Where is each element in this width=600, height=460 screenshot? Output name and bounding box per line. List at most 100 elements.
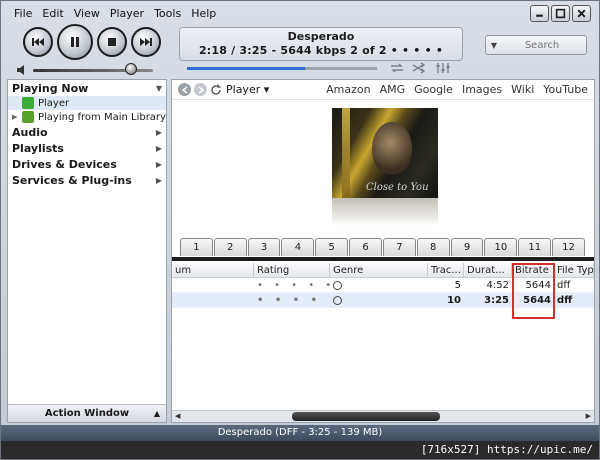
now-playing-display: Desperado 2:18 / 3:25 - 5644 kbps 2 of 2… bbox=[179, 27, 463, 61]
menu-tools[interactable]: Tools bbox=[149, 7, 186, 20]
duration-cell: 4:52 bbox=[486, 280, 509, 291]
link-amg[interactable]: AMG bbox=[380, 83, 406, 96]
tab-8[interactable]: 8 bbox=[416, 238, 450, 256]
search-input[interactable] bbox=[502, 39, 582, 51]
filetype-cell: dff bbox=[557, 280, 571, 291]
maximize-button[interactable] bbox=[551, 5, 570, 22]
tab-10[interactable]: 10 bbox=[484, 238, 518, 256]
column-header-genre[interactable]: Genre bbox=[330, 263, 428, 277]
repeat-icon[interactable] bbox=[389, 61, 405, 75]
minimize-button[interactable] bbox=[530, 5, 549, 22]
scrollbar-thumb[interactable] bbox=[292, 412, 440, 421]
tab-9[interactable]: 9 bbox=[450, 238, 484, 256]
library-icon bbox=[22, 111, 34, 123]
table-row-selected[interactable]: • • • • • 10 3:25 5644 dff bbox=[172, 293, 594, 308]
volume-knob[interactable] bbox=[125, 63, 138, 75]
forward-button[interactable] bbox=[194, 83, 207, 96]
next-button[interactable] bbox=[131, 27, 161, 57]
menu-help[interactable]: Help bbox=[186, 7, 221, 20]
link-google[interactable]: Google bbox=[414, 83, 453, 96]
tab-7[interactable]: 7 bbox=[382, 238, 416, 256]
sidebar-item-player[interactable]: Player bbox=[8, 96, 166, 110]
link-images[interactable]: Images bbox=[462, 83, 502, 96]
sidebar-item-playing-from-main-library[interactable]: ▶ Playing from Main Library bbox=[8, 110, 166, 124]
expand-icon[interactable]: ▶ bbox=[12, 113, 22, 121]
action-window-label: Action Window bbox=[44, 408, 130, 419]
menu-bar: File Edit View Player Tools Help bbox=[1, 1, 599, 25]
refresh-icon[interactable] bbox=[210, 84, 222, 96]
pause-button[interactable] bbox=[57, 24, 93, 60]
link-wiki[interactable]: Wiki bbox=[511, 83, 534, 96]
chevron-right-icon: ▶ bbox=[155, 127, 162, 137]
volume-slider[interactable] bbox=[33, 63, 153, 75]
previous-button[interactable] bbox=[23, 27, 53, 57]
scroll-right-icon[interactable]: ▶ bbox=[586, 412, 591, 420]
tab-3[interactable]: 3 bbox=[247, 238, 281, 256]
previous-icon bbox=[32, 38, 44, 46]
album-cover-text: Close to You bbox=[366, 182, 429, 193]
genre-cell[interactable] bbox=[330, 293, 428, 307]
search-box[interactable]: ▼ bbox=[485, 35, 587, 55]
sidebar-item-playing-now[interactable]: Playing Now ▼ bbox=[8, 80, 166, 96]
link-amazon[interactable]: Amazon bbox=[326, 83, 370, 96]
pause-icon bbox=[71, 37, 79, 47]
sidebar-item-audio[interactable]: Audio ▶ bbox=[8, 124, 166, 140]
seek-bar[interactable] bbox=[187, 65, 377, 73]
menu-player[interactable]: Player bbox=[105, 7, 149, 20]
sidebar-item-drives-devices[interactable]: Drives & Devices ▶ bbox=[8, 156, 166, 172]
horizontal-scrollbar[interactable]: ◀ ▶ bbox=[172, 410, 594, 422]
album-artwork[interactable]: Close to You bbox=[332, 108, 438, 226]
column-header-album[interactable]: um bbox=[172, 263, 254, 277]
track-list: um Rating Genre Trac... Durat... Bitrate… bbox=[172, 263, 594, 308]
panel-divider[interactable] bbox=[172, 257, 594, 261]
tab-1[interactable]: 1 bbox=[180, 238, 213, 256]
rating-cell[interactable]: • • • • • bbox=[254, 293, 330, 307]
album-reflection bbox=[332, 198, 438, 226]
tab-4[interactable]: 4 bbox=[281, 238, 315, 256]
tab-6[interactable]: 6 bbox=[349, 238, 382, 256]
tab-11[interactable]: 11 bbox=[518, 238, 552, 256]
table-header: um Rating Genre Trac... Durat... Bitrate… bbox=[172, 263, 594, 278]
tab-2[interactable]: 2 bbox=[213, 238, 247, 256]
chevron-down-icon: ▼ bbox=[155, 83, 162, 93]
menu-file[interactable]: File bbox=[9, 7, 37, 20]
player-view-label: Player bbox=[226, 83, 261, 96]
table-row[interactable]: • • • • • 5 4:52 5644 dff bbox=[172, 278, 594, 293]
column-header-duration[interactable]: Durat... bbox=[464, 263, 512, 277]
scroll-left-icon[interactable]: ◀ bbox=[175, 412, 180, 420]
tab-5[interactable]: 5 bbox=[315, 238, 349, 256]
column-header-rating[interactable]: Rating bbox=[254, 263, 330, 277]
watermark-text: [716x527] https://upic.me/ bbox=[420, 443, 593, 456]
column-header-track[interactable]: Trac... bbox=[428, 263, 464, 277]
filetype-cell: dff bbox=[557, 295, 573, 306]
close-button[interactable] bbox=[572, 5, 591, 22]
sidebar-item-label: Playing from Main Library bbox=[38, 111, 166, 123]
equalizer-tabs: 1 2 3 4 5 6 7 8 9 10 11 12 bbox=[180, 238, 586, 256]
equalizer-icon[interactable] bbox=[435, 61, 451, 75]
player-view-dropdown[interactable]: Player ▾ bbox=[226, 83, 269, 96]
link-youtube[interactable]: YouTube bbox=[543, 83, 588, 96]
volume-icon[interactable] bbox=[15, 63, 29, 77]
column-header-file-type[interactable]: File Type bbox=[554, 263, 594, 277]
sidebar-item-playlists[interactable]: Playlists ▶ bbox=[8, 140, 166, 156]
shuffle-icon[interactable] bbox=[411, 61, 427, 75]
sidebar-item-label: Services & Plug-ins bbox=[12, 173, 132, 187]
rating-cell[interactable]: • • • • • bbox=[254, 278, 330, 292]
bitrate-cell: 5644 bbox=[525, 280, 551, 291]
close-icon bbox=[577, 9, 586, 18]
forward-arrow-icon bbox=[198, 85, 204, 94]
chevron-up-icon[interactable]: ▲ bbox=[154, 409, 160, 418]
tab-12[interactable]: 12 bbox=[552, 238, 585, 256]
search-dropdown-icon[interactable]: ▼ bbox=[486, 41, 502, 50]
back-button[interactable] bbox=[178, 83, 191, 96]
column-header-bitrate[interactable]: Bitrate bbox=[512, 263, 554, 277]
stop-button[interactable] bbox=[97, 27, 127, 57]
bitrate-cell: 5644 bbox=[523, 295, 551, 306]
action-window-bar[interactable]: Action Window ▲ bbox=[8, 404, 166, 422]
sidebar-item-services-plugins[interactable]: Services & Plug-ins ▶ bbox=[8, 172, 166, 188]
sidebar-item-label: Player bbox=[38, 97, 70, 109]
menu-view[interactable]: View bbox=[69, 7, 105, 20]
genre-cell[interactable] bbox=[330, 278, 428, 292]
genre-icon bbox=[333, 295, 342, 305]
menu-edit[interactable]: Edit bbox=[37, 7, 68, 20]
